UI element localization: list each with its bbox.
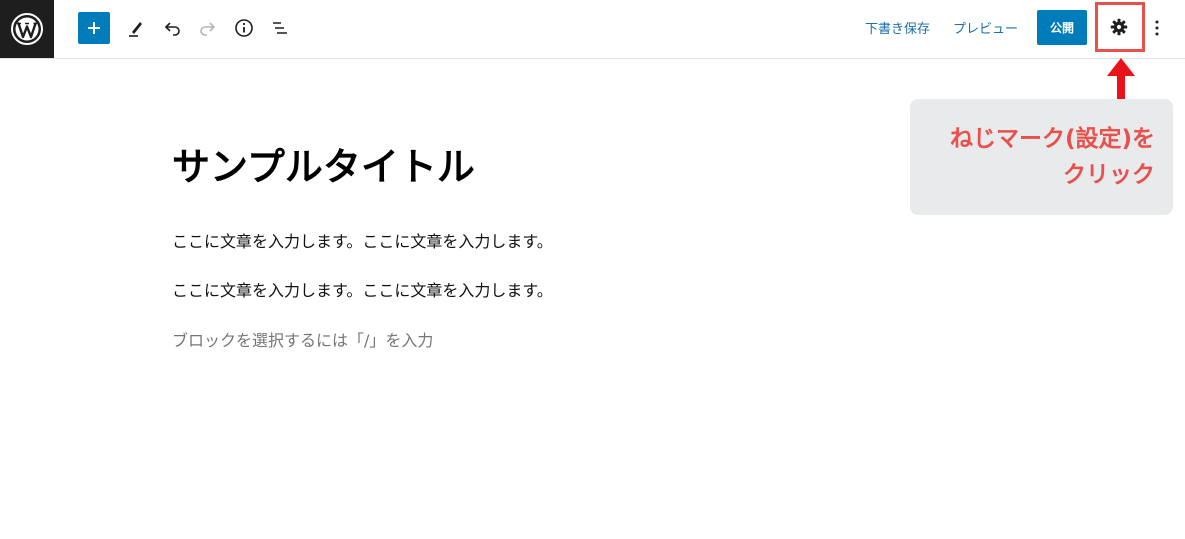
top-toolbar: 下書き保存 プレビュー 公開: [0, 0, 1185, 59]
instruction-callout: ねじマーク(設定)を クリック: [910, 99, 1173, 215]
plus-icon: [88, 22, 100, 34]
undo-button[interactable]: [156, 12, 188, 44]
details-button[interactable]: [228, 12, 260, 44]
save-draft-button[interactable]: 下書き保存: [865, 18, 930, 37]
tools-button[interactable]: [120, 12, 152, 44]
publish-button[interactable]: 公開: [1037, 10, 1087, 45]
options-button[interactable]: [1143, 12, 1171, 44]
redo-icon: [200, 22, 216, 36]
list-view-icon: [273, 22, 287, 34]
wordpress-logo-icon[interactable]: [0, 0, 54, 58]
undo-icon: [164, 22, 180, 36]
list-view-button[interactable]: [264, 12, 296, 44]
settings-highlight-frame: [1095, 2, 1145, 52]
editor-page: 下書き保存 プレビュー 公開 ねじマーク(設定)を クリック サンプルタイトル …: [0, 0, 1185, 539]
paragraph-block[interactable]: ここに文章を入力します。ここに文章を入力します。: [172, 277, 553, 301]
pencil-icon: [129, 22, 142, 37]
paragraph-block[interactable]: ここに文章を入力します。ここに文章を入力します。: [172, 228, 553, 252]
redo-button[interactable]: [192, 12, 224, 44]
callout-line-2: クリック: [1063, 162, 1155, 188]
post-title[interactable]: サンプルタイトル: [172, 136, 475, 191]
add-block-button[interactable]: [78, 12, 110, 44]
block-placeholder[interactable]: ブロックを選択するには「/」を入力: [172, 327, 433, 351]
info-icon: [235, 19, 253, 37]
more-vertical-icon: [1155, 20, 1159, 36]
callout-line-1: ねじマーク(設定)を: [949, 126, 1155, 152]
preview-button[interactable]: プレビュー: [953, 18, 1018, 37]
